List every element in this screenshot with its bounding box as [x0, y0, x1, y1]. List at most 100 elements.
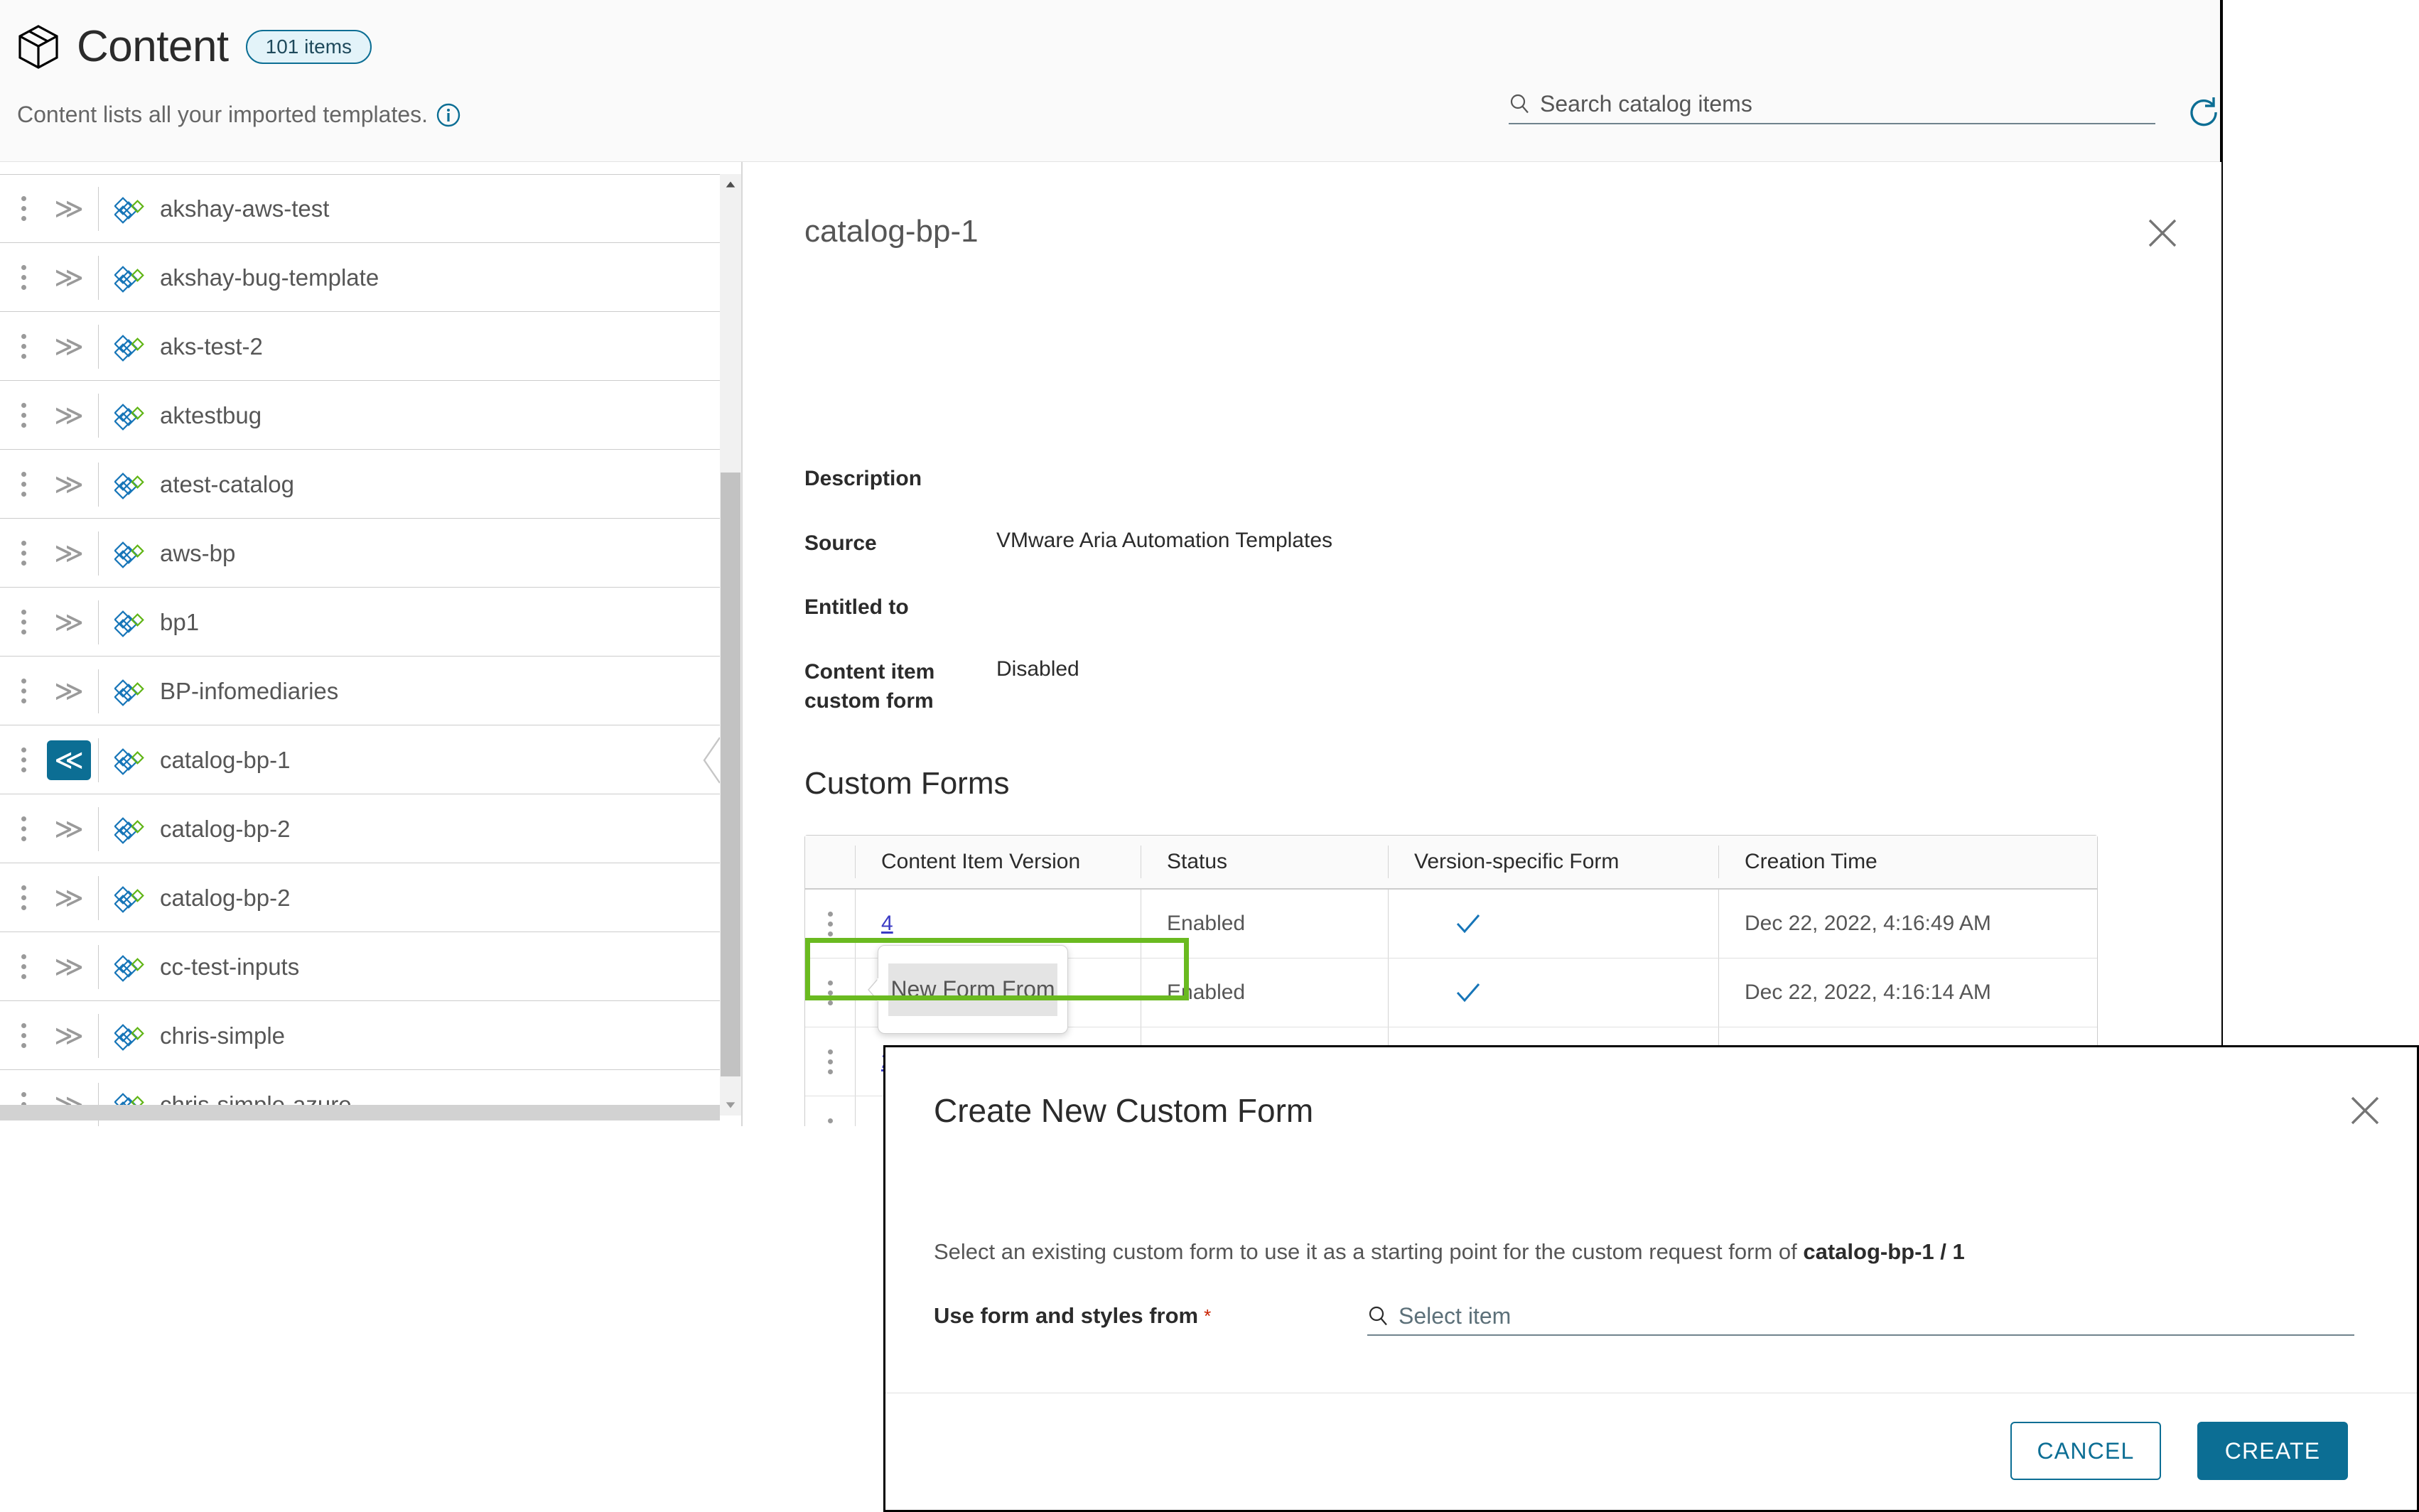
row-expand-toggle[interactable]: ≫: [47, 809, 91, 849]
field-value: VMware Aria Automation Templates: [996, 529, 1333, 552]
list-item-label: akshay-bug-template: [160, 264, 379, 291]
chevron-up-icon[interactable]: [720, 174, 741, 195]
row-expand-toggle[interactable]: ≫: [47, 465, 91, 504]
page-header: Content 101 items Content lists all your…: [0, 0, 2220, 162]
row-expand-toggle[interactable]: ≫: [47, 947, 91, 987]
select-item-input[interactable]: [1399, 1302, 2354, 1329]
table-header-row: Content Item Version Status Version-spec…: [805, 836, 2097, 890]
field-description: Description: [804, 464, 996, 493]
row-divider: [98, 669, 99, 713]
row-kebab-menu-icon[interactable]: [805, 911, 855, 936]
close-icon[interactable]: [2346, 1091, 2384, 1130]
custom-forms-heading: Custom Forms: [804, 766, 1010, 801]
blueprint-icon: [114, 537, 144, 570]
check-icon: [1454, 978, 1482, 1007]
list-item-label: akshay-aws-test: [160, 195, 330, 222]
detail-title: catalog-bp-1: [804, 214, 979, 249]
row-expand-toggle[interactable]: ≪: [47, 740, 91, 780]
subtitle-row: Content lists all your imported template…: [17, 102, 460, 128]
field-label: Use form and styles from: [934, 1303, 1199, 1328]
creation-time-value: Dec 22, 2022, 4:16:14 AM: [1745, 981, 1991, 1004]
row-expand-toggle[interactable]: ≫: [47, 396, 91, 436]
list-item[interactable]: ≫ chris-simple: [0, 1001, 720, 1070]
scrollbar-thumb[interactable]: [721, 472, 740, 1076]
list-item[interactable]: ≫ aktestbug: [0, 381, 720, 450]
row-kebab-menu-icon[interactable]: [0, 472, 47, 497]
search-box[interactable]: [1509, 85, 2155, 134]
row-expand-toggle[interactable]: ≫: [47, 878, 91, 918]
list-item[interactable]: ≫ akshay-bug-template: [0, 243, 720, 312]
row-expand-toggle[interactable]: ≫: [47, 189, 91, 229]
required-marker: *: [1204, 1305, 1212, 1327]
list-item[interactable]: ≫ catalog-bp-2: [0, 794, 720, 863]
blueprint-icon: [114, 330, 144, 363]
row-kebab-menu-icon[interactable]: [805, 1118, 855, 1126]
row-kebab-menu-icon[interactable]: [805, 980, 855, 1005]
blueprint-icon: [114, 606, 144, 639]
row-kebab-menu-icon[interactable]: [0, 265, 47, 290]
row-kebab-menu-icon[interactable]: [0, 1023, 47, 1048]
row-expand-toggle[interactable]: ≫: [47, 603, 91, 642]
field-content-item-custom-form: Content item custom form Disabled: [804, 657, 1079, 716]
row-kebab-menu-icon[interactable]: [0, 747, 47, 772]
modal-description-target: catalog-bp-1 / 1: [1803, 1239, 1965, 1264]
list-item-label: bp1: [160, 608, 200, 635]
column-header-version-specific-form: Version-specific Form: [1414, 850, 1620, 873]
list-vertical-scrollbar[interactable]: [720, 174, 741, 1116]
row-expand-toggle[interactable]: ≫: [47, 671, 91, 711]
refresh-icon[interactable]: [2186, 94, 2221, 130]
status-value: Enabled: [1167, 912, 1246, 935]
row-expand-toggle[interactable]: ≫: [47, 1016, 91, 1056]
info-icon[interactable]: [436, 103, 460, 127]
check-icon: [1454, 909, 1482, 938]
row-divider: [98, 875, 99, 920]
list-item-label: aws-bp: [160, 539, 236, 566]
list-item[interactable]: ≪ catalog-bp-1: [0, 725, 721, 794]
row-divider: [98, 600, 99, 644]
content-item-version-link[interactable]: 4: [881, 912, 893, 936]
cancel-button[interactable]: CANCEL: [2010, 1422, 2161, 1480]
blueprint-icon: [114, 193, 144, 225]
blueprint-icon: [114, 399, 144, 432]
list-item[interactable]: ≫ aws-bp: [0, 519, 720, 588]
create-button[interactable]: CREATE: [2197, 1422, 2348, 1480]
chevron-down-icon[interactable]: [720, 1094, 741, 1116]
row-kebab-menu-icon[interactable]: [0, 610, 47, 634]
row-kebab-menu-icon[interactable]: [0, 196, 47, 221]
row-kebab-menu-icon[interactable]: [0, 816, 47, 841]
page-title: Content: [77, 22, 229, 71]
field-label: Content item custom form: [804, 660, 935, 713]
detail-close-icon[interactable]: [2143, 213, 2182, 253]
row-kebab-menu-icon[interactable]: [0, 679, 47, 703]
list-item-label: BP-infomediaries: [160, 677, 339, 704]
row-kebab-menu-icon[interactable]: [805, 1049, 855, 1074]
list-horizontal-scrollbar[interactable]: [0, 1105, 720, 1120]
select-item-control[interactable]: [1367, 1297, 2354, 1336]
blueprint-icon: [114, 261, 144, 294]
blueprint-icon: [114, 675, 144, 708]
row-kebab-menu-icon[interactable]: [0, 954, 47, 979]
list-item[interactable]: ≫ BP-infomediaries: [0, 657, 720, 725]
row-expand-toggle[interactable]: ≫: [47, 258, 91, 298]
row-kebab-menu-icon[interactable]: [0, 885, 47, 910]
menu-item-new-form-from[interactable]: New Form From: [888, 963, 1057, 1016]
field-label: Description: [804, 467, 922, 490]
row-expand-toggle[interactable]: ≫: [47, 327, 91, 367]
row-actions-menu[interactable]: New Form From: [868, 945, 1068, 1034]
list-item[interactable]: ≫ akshay-aws-test: [0, 174, 720, 243]
list-item[interactable]: ≫ bp1: [0, 588, 720, 657]
list-item[interactable]: ≫ aks-test-2: [0, 312, 720, 381]
list-item-label: catalog-bp-2: [160, 884, 291, 911]
list-item[interactable]: ≫ cc-test-inputs: [0, 932, 720, 1001]
row-kebab-menu-icon[interactable]: [0, 334, 47, 359]
list-item[interactable]: ≫ catalog-bp-2: [0, 863, 720, 932]
row-expand-toggle[interactable]: ≫: [47, 534, 91, 573]
row-divider: [98, 255, 99, 300]
row-divider: [98, 531, 99, 576]
row-kebab-menu-icon[interactable]: [0, 541, 47, 566]
list-item[interactable]: ≫ atest-catalog: [0, 450, 720, 519]
search-input[interactable]: [1540, 90, 2155, 117]
row-kebab-menu-icon[interactable]: [0, 403, 47, 428]
header-actions-cell: [805, 846, 855, 878]
list-item-label: atest-catalog: [160, 470, 294, 497]
